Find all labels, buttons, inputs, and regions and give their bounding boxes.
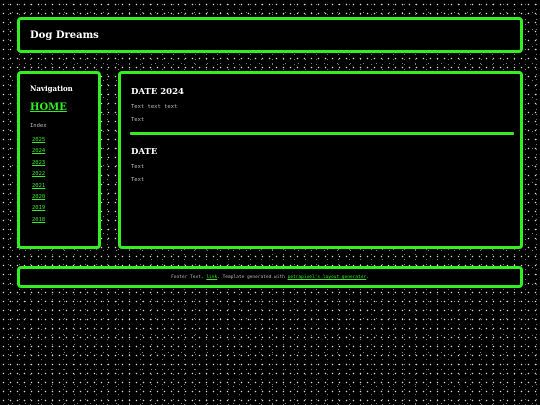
year-link-2018[interactable]: 2018 <box>32 217 45 223</box>
post-divider <box>130 132 514 135</box>
post-title: DATE <box>131 147 158 157</box>
layout-generator-link[interactable]: petrapixel's layout generator <box>288 275 367 280</box>
post-text: Text <box>131 117 145 123</box>
sidebar-panel: Navigation HOME Index 2025 2024 2023 202… <box>17 71 101 249</box>
index-label: Index <box>30 123 47 129</box>
home-link[interactable]: HOME <box>30 102 67 113</box>
year-item: 2024 <box>32 143 45 154</box>
year-item: 2022 <box>32 166 45 177</box>
site-title: Dog Dreams <box>30 30 99 41</box>
year-item: 2019 <box>32 200 45 211</box>
year-link-2025[interactable]: 2025 <box>32 137 45 143</box>
footer-link[interactable]: link <box>206 275 217 280</box>
year-item: 2018 <box>32 212 45 223</box>
post-text: Text text text <box>131 104 178 110</box>
year-link-2021[interactable]: 2021 <box>32 183 45 189</box>
year-link-2023[interactable]: 2023 <box>32 160 45 166</box>
footer-middle: . Template generated with <box>217 275 288 280</box>
post-text: Text <box>131 164 145 170</box>
post-title: DATE 2024 <box>131 87 184 97</box>
nav-heading: Navigation <box>30 84 73 93</box>
post-text: Text <box>131 177 145 183</box>
year-item: 2023 <box>32 155 45 166</box>
year-link-2019[interactable]: 2019 <box>32 205 45 211</box>
header-panel: Dog Dreams <box>17 17 523 53</box>
footer-text: Footer Text, link. Template generated wi… <box>20 275 520 280</box>
year-item: 2020 <box>32 189 45 200</box>
main-content-panel: DATE 2024 Text text text Text DATE Text … <box>118 71 523 249</box>
year-link-2022[interactable]: 2022 <box>32 171 45 177</box>
year-item: 2025 <box>32 132 45 143</box>
year-link-2024[interactable]: 2024 <box>32 148 45 154</box>
footer-prefix: Footer Text, <box>171 275 207 280</box>
year-link-2020[interactable]: 2020 <box>32 194 45 200</box>
footer-suffix: . <box>366 275 369 280</box>
year-item: 2021 <box>32 178 45 189</box>
year-list: 2025 2024 2023 2022 2021 2020 2019 2018 <box>32 132 45 223</box>
footer-panel: Footer Text, link. Template generated wi… <box>17 266 523 288</box>
